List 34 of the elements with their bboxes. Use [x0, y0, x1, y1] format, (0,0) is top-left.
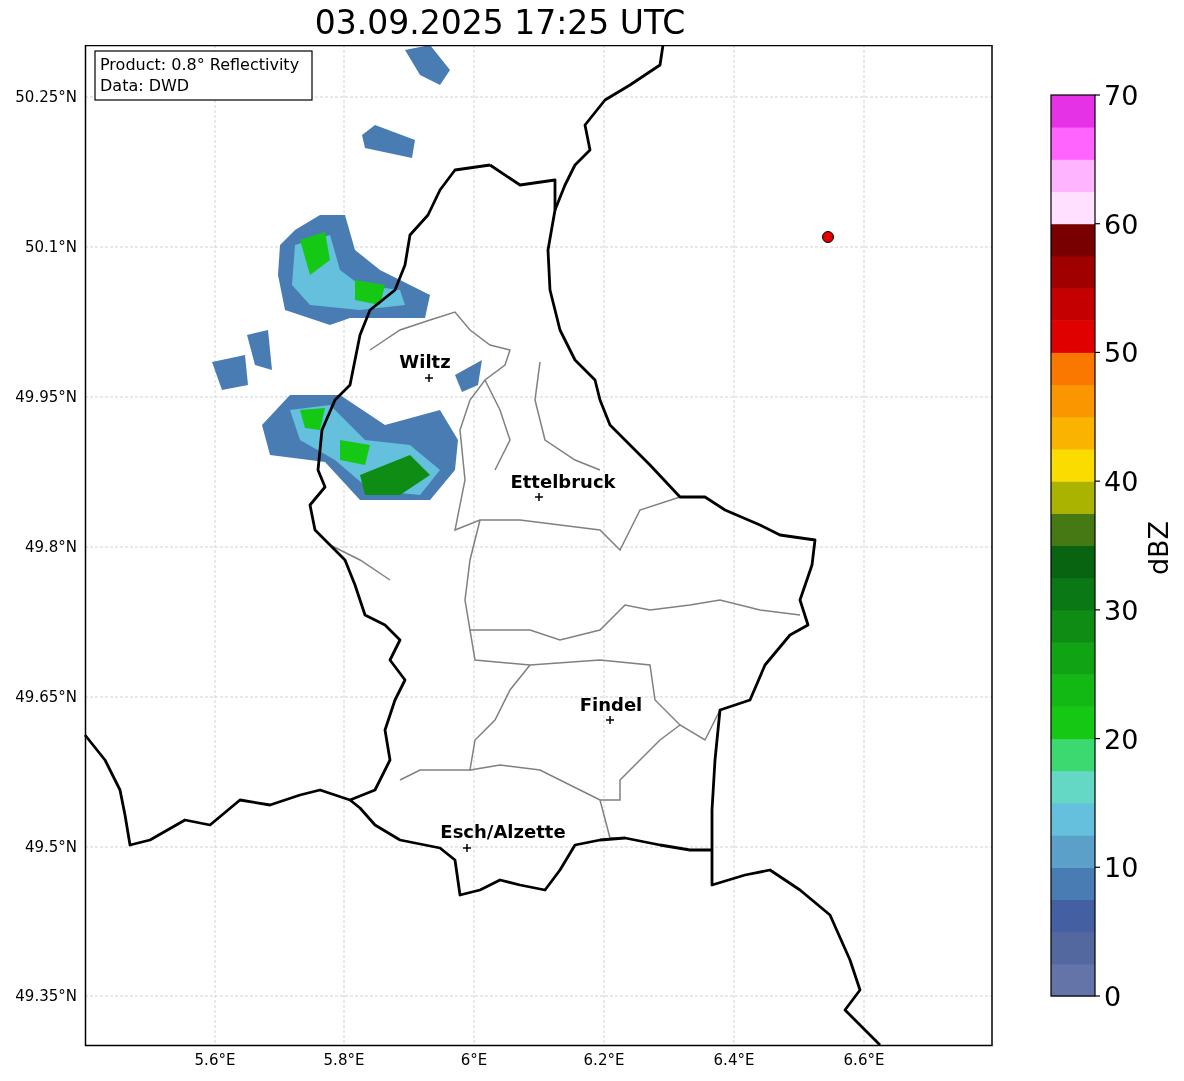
longitude-label: 6°E [460, 1051, 488, 1069]
city-label: Ettelbruck [510, 471, 616, 492]
colorbar-tick-label: 30 [1104, 594, 1139, 626]
city-label: Findel [579, 694, 643, 715]
latitude-label: 49.65°N [15, 688, 77, 706]
colorbar-tick-label: 10 [1104, 852, 1139, 884]
latitude-label: 50.25°N [15, 88, 77, 106]
city-marker [534, 492, 544, 502]
latitude-label: 49.5°N [24, 838, 77, 856]
city-label: Wiltz [399, 351, 451, 372]
city-marker [605, 715, 615, 725]
info-text: Data: DWD [100, 76, 190, 95]
colorbar-label: dBZ [1143, 520, 1174, 576]
latitude-label: 49.8°N [24, 538, 77, 556]
info-text: Product: 0.8° Reflectivity [100, 55, 300, 74]
colorbar-tick-label: 70 [1104, 80, 1139, 111]
longitude-label: 5.8°E [323, 1051, 365, 1069]
colorbar-tick-label: 20 [1104, 723, 1139, 755]
latitude-label: 50.1°N [24, 238, 77, 256]
longitude-label: 5.6°E [194, 1051, 236, 1069]
latitude-label: 49.95°N [15, 388, 77, 406]
city-marker [424, 373, 434, 383]
colorbar-tick-label: 0 [1104, 981, 1122, 1012]
figure-title: 03.09.2025 17:25 UTC [314, 6, 686, 39]
longitude-label: 6.2°E [583, 1051, 625, 1069]
longitude-label: 6.4°E [713, 1051, 755, 1069]
city-label: Esch/Alzette [440, 821, 566, 842]
radar-site-marker [822, 231, 834, 243]
latitude-label: 49.35°N [15, 987, 77, 1005]
city-marker [462, 843, 472, 853]
colorbar-tick-label: 50 [1104, 337, 1139, 369]
colorbar-tick-label: 60 [1104, 208, 1139, 240]
colorbar-tick-label: 40 [1104, 466, 1139, 498]
longitude-label: 6.6°E [843, 1051, 885, 1069]
